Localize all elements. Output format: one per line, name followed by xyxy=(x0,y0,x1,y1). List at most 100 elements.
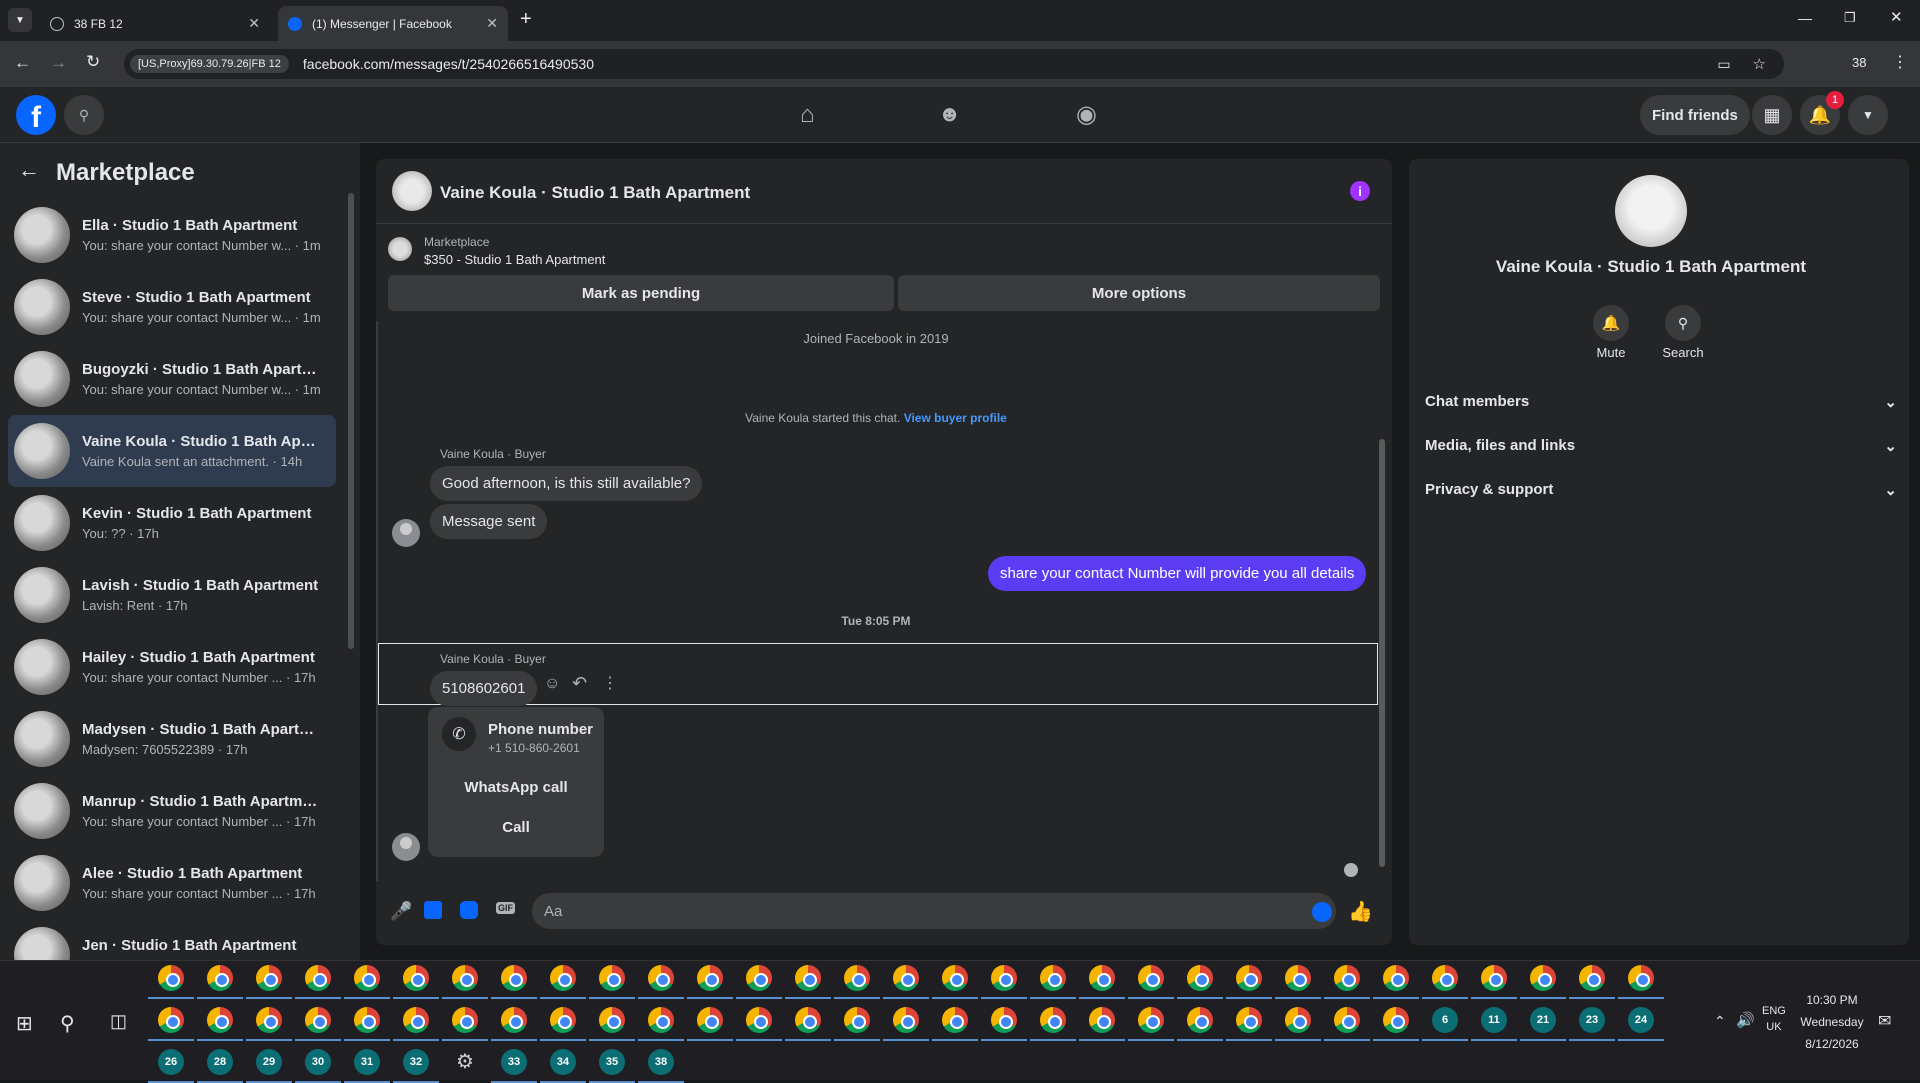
media-files-section[interactable]: Media, files and links ⌄ xyxy=(1425,437,1897,455)
conversation-item[interactable]: Kevin · Studio 1 Bath Apartment You: ?? ·… xyxy=(8,487,336,559)
chrome-taskbar-icon[interactable] xyxy=(403,965,429,991)
home-icon[interactable]: ⌂ xyxy=(800,101,815,129)
profile-taskbar-icon[interactable]: 33 xyxy=(501,1049,527,1075)
account-menu-icon[interactable]: ▼ xyxy=(1848,95,1888,135)
conversation-item[interactable]: Manrup · Studio 1 Bath Apartment You: sha… xyxy=(8,775,336,847)
forward-icon[interactable]: → xyxy=(50,53,67,73)
chat-title[interactable]: Vaine Koula · Studio 1 Bath Apartment xyxy=(440,183,750,203)
profile-taskbar-icon[interactable]: 31 xyxy=(354,1049,380,1075)
clock[interactable]: 10:30 PM Wednesday 8/12/2026 xyxy=(1794,989,1870,1055)
privacy-support-section[interactable]: Privacy & support ⌄ xyxy=(1425,481,1897,499)
new-tab-button[interactable]: + xyxy=(520,8,532,31)
chrome-taskbar-icon[interactable] xyxy=(1383,965,1409,991)
chrome-taskbar-icon[interactable] xyxy=(1383,1007,1409,1033)
chrome-taskbar-icon[interactable] xyxy=(1187,1007,1213,1033)
volume-icon[interactable]: 🔊 xyxy=(1736,1011,1755,1029)
friends-icon[interactable]: ☻ xyxy=(938,101,961,127)
chrome-taskbar-icon[interactable] xyxy=(403,1007,429,1033)
sidebar-scrollbar[interactable] xyxy=(348,193,354,649)
mark-as-pending-button[interactable]: Mark as pending xyxy=(388,275,894,311)
phone-message-bubble[interactable]: 5108602601 xyxy=(430,671,538,706)
chrome-taskbar-icon[interactable] xyxy=(1530,965,1556,991)
profile-button[interactable]: 38 xyxy=(1852,55,1866,70)
groups-icon[interactable]: ◉ xyxy=(1076,100,1097,129)
conversation-item[interactable]: Hailey · Studio 1 Bath Apartment You: sha… xyxy=(8,631,336,703)
url-text[interactable]: facebook.com/messages/t/2540266516490530 xyxy=(303,56,594,72)
chrome-taskbar-icon[interactable] xyxy=(746,965,772,991)
chrome-taskbar-icon[interactable] xyxy=(305,965,331,991)
search-icon[interactable]: ⚲ xyxy=(64,95,104,135)
chrome-taskbar-icon[interactable] xyxy=(1040,965,1066,991)
proxy-badge[interactable]: [US,Proxy]69.30.79.26|FB 12 xyxy=(130,55,289,73)
chrome-taskbar-icon[interactable] xyxy=(844,1007,870,1033)
close-window-icon[interactable]: ✕ xyxy=(1890,8,1903,26)
show-hidden-icons[interactable]: ⌃ xyxy=(1714,1013,1726,1030)
notification-center-icon[interactable]: ✉ xyxy=(1878,1011,1891,1031)
back-arrow-icon[interactable]: ← xyxy=(18,157,40,183)
more-options-button[interactable]: More options xyxy=(898,275,1380,311)
profile-taskbar-icon[interactable]: 23 xyxy=(1579,1007,1605,1033)
conversation-item[interactable]: Alee · Studio 1 Bath Apartment You: share… xyxy=(8,847,336,919)
chrome-taskbar-icon[interactable] xyxy=(452,1007,478,1033)
omnibox[interactable]: [US,Proxy]69.30.79.26|FB 12 facebook.com… xyxy=(124,49,1784,79)
windows-start-icon[interactable]: ⊞ xyxy=(16,1011,33,1036)
chrome-taskbar-icon[interactable] xyxy=(1089,1007,1115,1033)
chrome-taskbar-icon[interactable] xyxy=(1236,965,1262,991)
photo-icon[interactable] xyxy=(424,901,442,919)
chrome-taskbar-icon[interactable] xyxy=(1236,1007,1262,1033)
chrome-taskbar-icon[interactable] xyxy=(207,965,233,991)
task-view-icon[interactable]: ◫ xyxy=(110,1011,127,1032)
reload-icon[interactable]: ↻ xyxy=(86,52,100,72)
message-bubble[interactable]: Message sent xyxy=(430,504,548,539)
mute-bell-icon[interactable]: 🔔 xyxy=(1593,305,1629,341)
call-button[interactable]: Call xyxy=(428,819,604,836)
chrome-taskbar-icon[interactable] xyxy=(1138,965,1164,991)
close-tab-icon[interactable]: ✕ xyxy=(486,15,498,32)
chat-scrollbar[interactable] xyxy=(1379,439,1385,867)
chrome-taskbar-icon[interactable] xyxy=(697,1007,723,1033)
emoji-icon[interactable] xyxy=(1312,902,1332,922)
profile-taskbar-icon[interactable]: 28 xyxy=(207,1049,233,1075)
reply-icon[interactable]: ↶ xyxy=(572,673,587,694)
tab-38-fb-12[interactable]: 38 FB 12 ✕ xyxy=(40,6,270,41)
find-friends-button[interactable]: Find friends xyxy=(1640,95,1750,135)
conversation-item[interactable]: Bugoyzki · Studio 1 Bath Apartm... You: s… xyxy=(8,343,336,415)
chrome-taskbar-icon[interactable] xyxy=(844,965,870,991)
chrome-taskbar-icon[interactable] xyxy=(354,1007,380,1033)
chrome-taskbar-icon[interactable] xyxy=(991,965,1017,991)
profile-taskbar-icon[interactable]: 26 xyxy=(158,1049,184,1075)
sticker-icon[interactable] xyxy=(460,901,478,919)
restore-icon[interactable]: ❐ xyxy=(1844,10,1856,26)
chrome-taskbar-icon[interactable] xyxy=(158,1007,184,1033)
chrome-taskbar-icon[interactable] xyxy=(1040,1007,1066,1033)
like-thumb-icon[interactable]: 👍 xyxy=(1348,899,1373,924)
conversation-item[interactable]: Lavish · Studio 1 Bath Apartment Lavish: … xyxy=(8,559,336,631)
listing-title[interactable]: $350 - Studio 1 Bath Apartment xyxy=(424,252,605,267)
chrome-taskbar-icon[interactable] xyxy=(1187,965,1213,991)
buyer-avatar[interactable] xyxy=(392,833,420,861)
gif-icon[interactable]: GIF xyxy=(496,902,515,914)
chrome-taskbar-icon[interactable] xyxy=(746,1007,772,1033)
chrome-taskbar-icon[interactable] xyxy=(1432,965,1458,991)
chrome-taskbar-icon[interactable] xyxy=(1285,965,1311,991)
profile-taskbar-icon[interactable]: 35 xyxy=(599,1049,625,1075)
chrome-taskbar-icon[interactable] xyxy=(550,965,576,991)
conversation-item[interactable]: Madysen · Studio 1 Bath Apartm... Madysen… xyxy=(8,703,336,775)
chrome-taskbar-icon[interactable] xyxy=(207,1007,233,1033)
back-icon[interactable]: ← xyxy=(14,53,31,73)
conversation-item[interactable]: Steve · Studio 1 Bath Apartment You: shar… xyxy=(8,271,336,343)
chat-avatar[interactable] xyxy=(392,171,432,211)
profile-taskbar-icon[interactable]: 21 xyxy=(1530,1007,1556,1033)
profile-taskbar-icon[interactable]: 34 xyxy=(550,1049,576,1075)
conversation-item[interactable]: Vaine Koula · Studio 1 Bath Apar... Vaine… xyxy=(8,415,336,487)
chrome-taskbar-icon[interactable] xyxy=(648,1007,674,1033)
chrome-taskbar-icon[interactable] xyxy=(501,1007,527,1033)
view-buyer-profile-link[interactable]: View buyer profile xyxy=(904,411,1007,425)
profile-taskbar-icon[interactable]: 32 xyxy=(403,1049,429,1075)
microphone-icon[interactable]: 🎤 xyxy=(390,901,412,922)
profile-taskbar-icon[interactable]: 30 xyxy=(305,1049,331,1075)
chrome-taskbar-icon[interactable] xyxy=(648,965,674,991)
chrome-taskbar-icon[interactable] xyxy=(452,965,478,991)
tab-search-button[interactable]: ▼ xyxy=(8,8,32,32)
chrome-taskbar-icon[interactable] xyxy=(1089,965,1115,991)
